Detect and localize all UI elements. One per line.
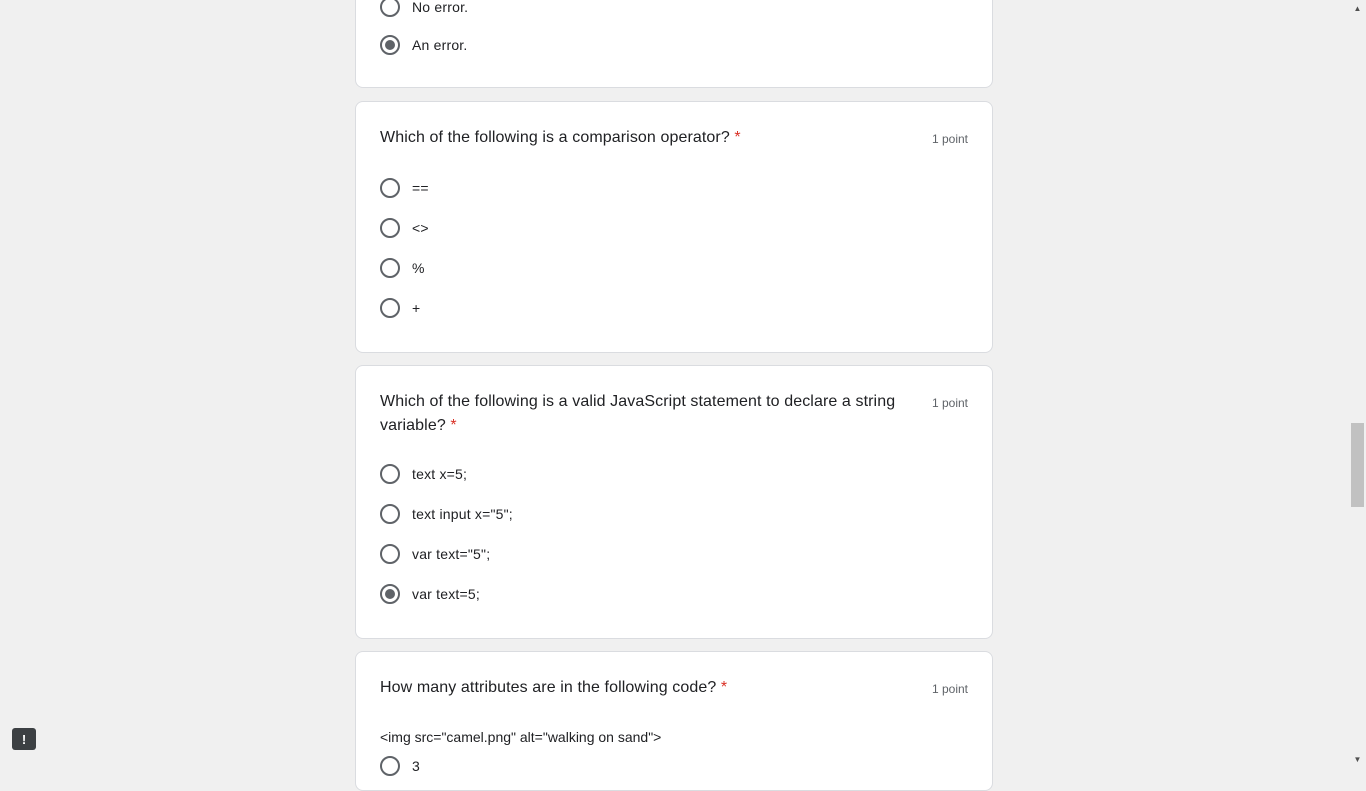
question-card-3: Which of the following is a valid JavaSc… — [355, 365, 993, 639]
radio-selected[interactable] — [380, 35, 400, 55]
required-marker: * — [734, 129, 741, 146]
question-card-4: How many attributes are in the following… — [355, 651, 993, 791]
option-an-error[interactable]: An error. — [380, 35, 468, 55]
option-3[interactable]: var text="5"; — [380, 544, 490, 564]
code-snippet: <img src="camel.png" alt="walking on san… — [380, 729, 662, 745]
radio-unselected[interactable] — [380, 298, 400, 318]
exclamation-icon[interactable]: ! — [12, 728, 36, 750]
option-1[interactable]: == — [380, 178, 429, 198]
option-label: text x=5; — [412, 466, 468, 482]
option-3[interactable]: % — [380, 258, 425, 278]
option-label: No error. — [412, 0, 469, 15]
option-label: <> — [412, 220, 429, 236]
option-label: 3 — [412, 758, 420, 774]
question-card-1: No error. An error. — [355, 0, 993, 88]
points-label: 1 point — [931, 396, 968, 410]
option-label: + — [412, 300, 421, 316]
radio-unselected[interactable] — [380, 504, 400, 524]
radio-selected[interactable] — [380, 584, 400, 604]
required-marker: * — [450, 417, 457, 434]
option-2[interactable]: <> — [380, 218, 429, 238]
radio-unselected[interactable] — [380, 178, 400, 198]
required-marker: * — [720, 679, 728, 696]
scroll-thumb[interactable] — [1351, 423, 1364, 507]
option-label: An error. — [412, 37, 468, 53]
option-label: text input x="5"; — [412, 506, 513, 522]
scroll-down-arrow-icon[interactable]: ▼ — [1349, 751, 1366, 768]
scroll-up-arrow-icon[interactable]: ▲ — [1349, 0, 1366, 17]
radio-unselected[interactable] — [380, 464, 400, 484]
points-label: 1 point — [931, 132, 968, 146]
radio-unselected[interactable] — [380, 258, 400, 278]
option-label: % — [412, 260, 425, 276]
radio-unselected[interactable] — [380, 218, 400, 238]
question-title: Which of the following is a comparison o… — [380, 129, 741, 146]
option-1[interactable]: text x=5; — [380, 464, 467, 484]
option-1[interactable]: 3 — [380, 756, 420, 776]
radio-unselected[interactable] — [380, 756, 400, 776]
option-2[interactable]: text input x="5"; — [380, 504, 513, 524]
option-4[interactable]: var text=5; — [380, 584, 480, 604]
question-title: Which of the following is a valid JavaSc… — [380, 393, 896, 434]
option-4[interactable]: + — [380, 298, 420, 318]
option-label: var text="5"; — [412, 546, 491, 562]
option-label: var text=5; — [412, 586, 480, 602]
option-label: == — [412, 180, 429, 196]
option-no-error[interactable]: No error. — [380, 0, 468, 17]
scrollbar[interactable]: ▲ ▼ — [1349, 0, 1366, 768]
question-title: How many attributes are in the following… — [380, 679, 728, 696]
question-card-2: Which of the following is a comparison o… — [355, 101, 993, 353]
radio-unselected[interactable] — [380, 544, 400, 564]
points-label: 1 point — [931, 682, 968, 696]
radio-unselected[interactable] — [380, 0, 400, 17]
